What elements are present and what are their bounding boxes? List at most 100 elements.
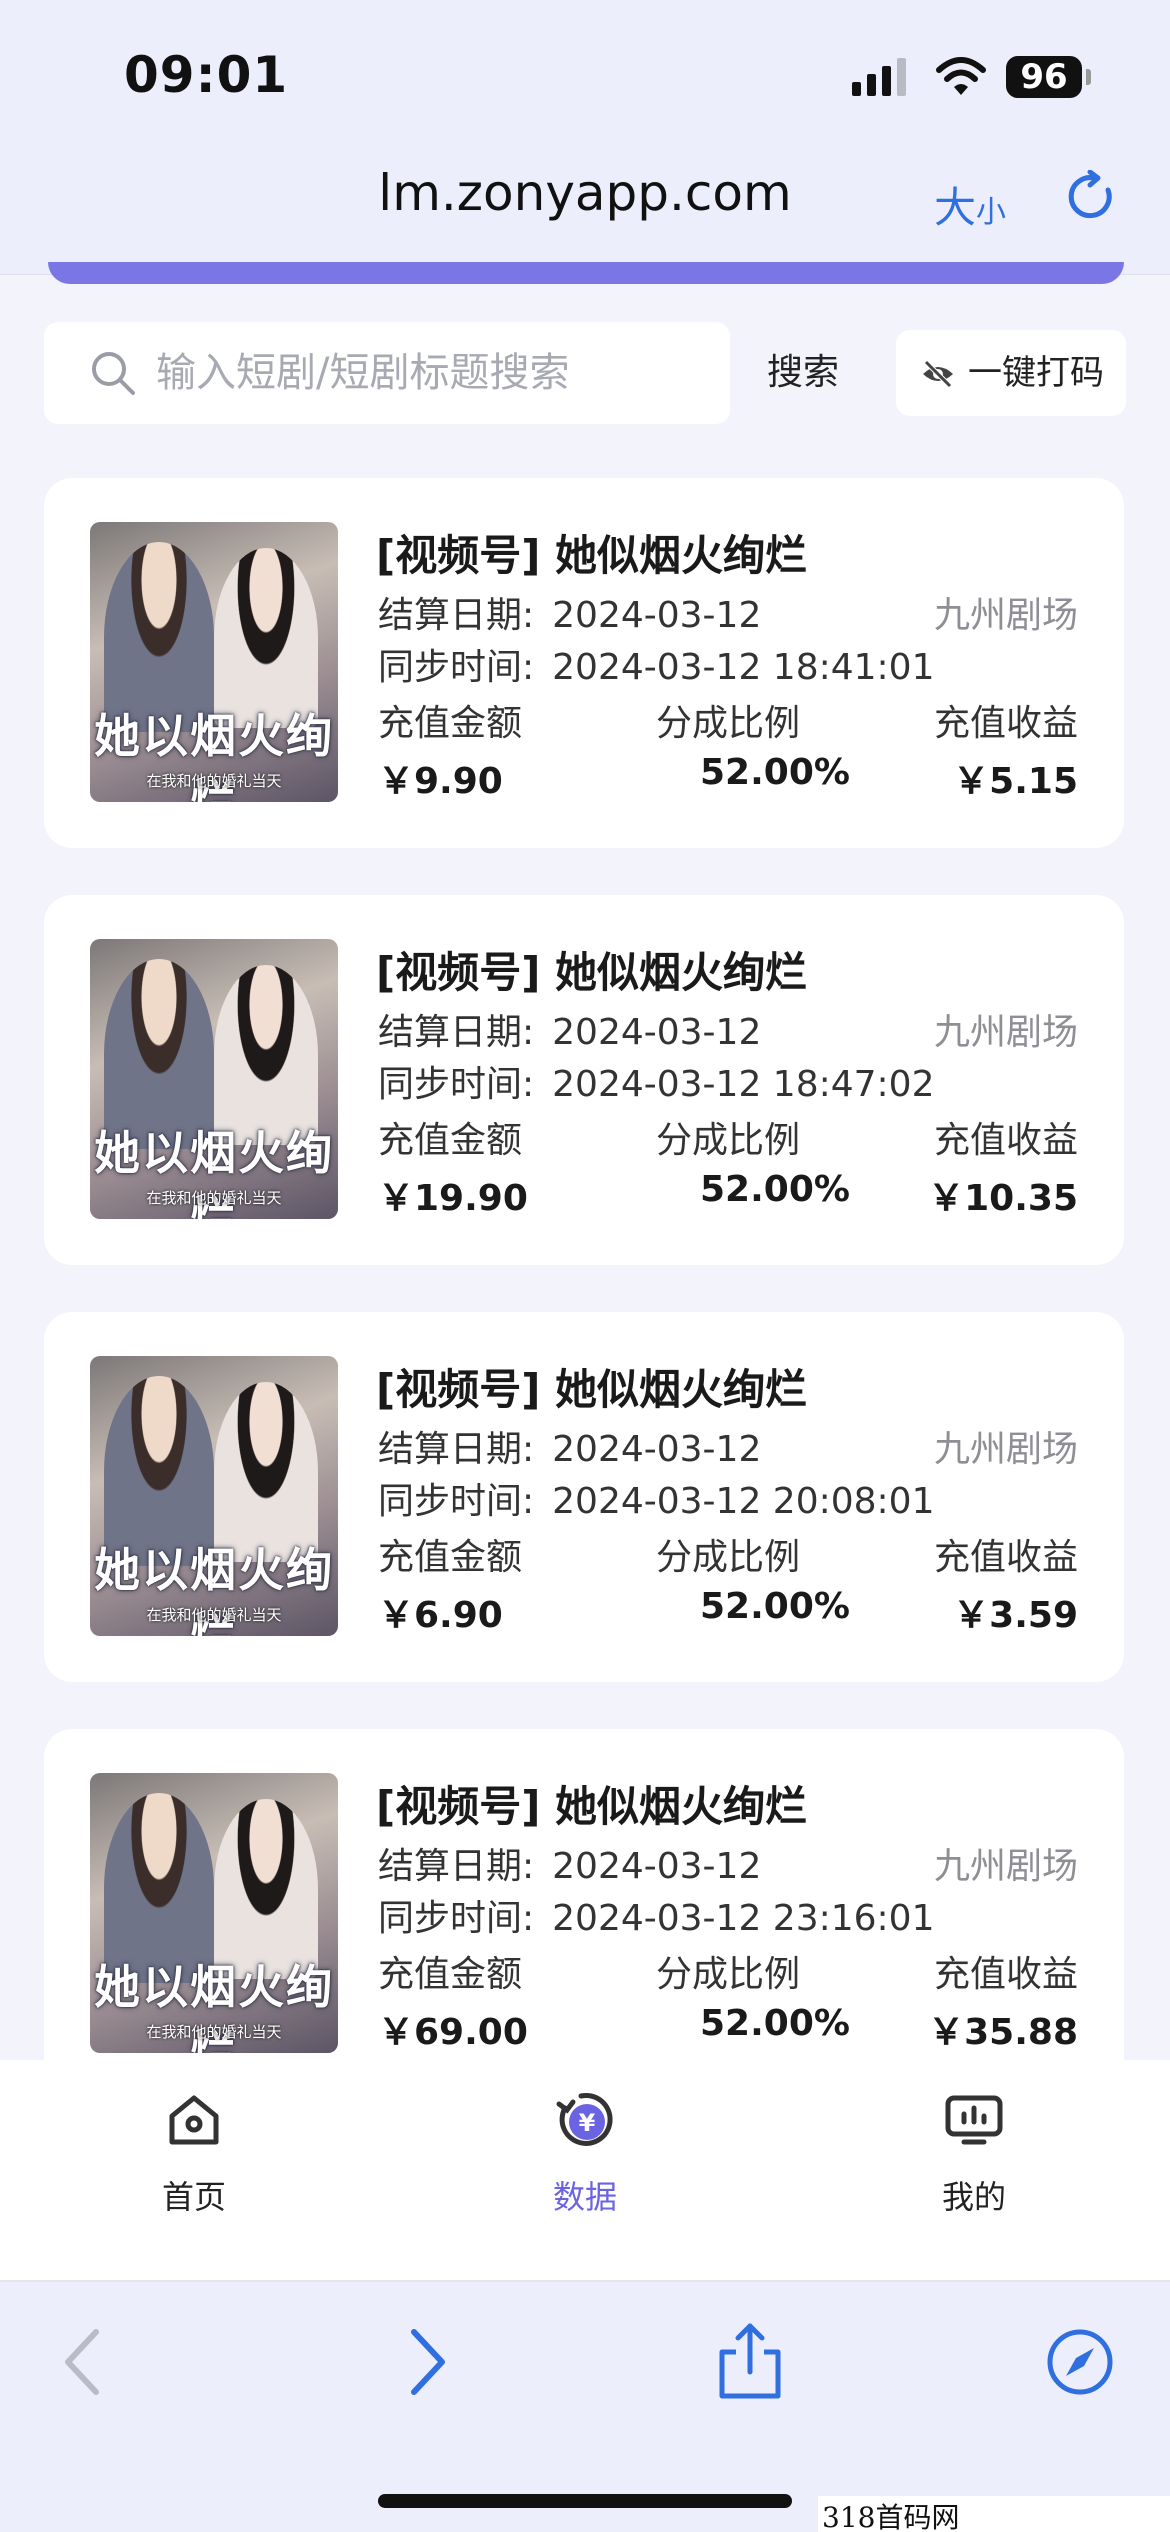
poster-image: 她以烟火绚烂 在我和他的婚礼当天	[90, 939, 338, 1219]
wifi-icon	[936, 57, 986, 95]
ratio-value: 52.00%	[700, 2003, 850, 2044]
battery-indicator: 96	[1006, 56, 1082, 98]
ratio-header: 分成比例	[656, 1954, 801, 1995]
sync-time-value: 2024-03-12 18:41:01	[552, 647, 935, 688]
income-header: 充值收益	[933, 1537, 1078, 1578]
settle-date-label: 结算日期:	[378, 1012, 535, 1053]
drama-card[interactable]: 她以烟火绚烂 在我和他的婚礼当天 [视频号] 她似烟火绚烂结算日期: 2024-03-…	[44, 1312, 1124, 1682]
settle-date-label: 结算日期:	[378, 1429, 535, 1470]
tab-home-label: 首页	[161, 2178, 226, 2216]
income-header: 充值收益	[933, 1120, 1078, 1161]
settle-date-label: 结算日期:	[378, 595, 535, 636]
drama-title: [视频号] 她似烟火绚烂	[376, 1782, 808, 1831]
settle-date-label: 结算日期:	[378, 1846, 535, 1887]
settle-date-row: 结算日期: 2024-03-12	[378, 1003, 761, 1055]
amount-value: ￥19.90	[378, 1178, 528, 1219]
ratio-value: 52.00%	[700, 1169, 850, 1210]
ratio-value: 52.00%	[700, 1586, 850, 1627]
amount-value: ￥6.90	[378, 1595, 503, 1636]
amount-value: ￥69.00	[378, 2012, 528, 2053]
search-icon	[92, 352, 135, 395]
settle-date-row: 结算日期: 2024-03-12	[378, 586, 761, 638]
sync-time-label: 同步时间:	[378, 1064, 535, 1105]
search-box[interactable]	[44, 322, 730, 424]
income-value: ￥35.88	[928, 2012, 1078, 2053]
sync-time-row: 同步时间: 2024-03-12 18:41:01	[378, 638, 934, 690]
forward-icon[interactable]	[384, 2322, 464, 2402]
bottom-tab-bar: 首页 ¥ 数据 我的	[0, 2060, 1170, 2282]
drama-title: [视频号] 她似烟火绚烂	[376, 948, 808, 997]
back-icon[interactable]	[46, 2322, 126, 2402]
theater-name: 九州剧场	[933, 1012, 1078, 1053]
settle-date-value: 2024-03-12	[552, 1012, 762, 1053]
eye-slash-icon	[923, 360, 953, 388]
drama-card[interactable]: 她以烟火绚烂 在我和他的婚礼当天 [视频号] 她似烟火绚烂结算日期: 2024-03-…	[44, 478, 1124, 848]
tab-home[interactable]: 首页	[94, 2060, 294, 2282]
sync-time-value: 2024-03-12 18:47:02	[552, 1064, 935, 1105]
amount-header: 充值金额	[378, 1120, 523, 1161]
amount-header: 充值金额	[378, 1954, 523, 1995]
browser-url-bar[interactable]: lm.zonyapp.com 大小	[0, 130, 1170, 275]
reload-icon[interactable]	[1064, 170, 1118, 224]
poster-image: 她以烟火绚烂 在我和他的婚礼当天	[90, 1356, 338, 1636]
settle-date-value: 2024-03-12	[552, 1846, 762, 1887]
income-header: 充值收益	[933, 703, 1078, 744]
ratio-header: 分成比例	[656, 1120, 801, 1161]
tab-data-label: 数据	[552, 2178, 617, 2216]
text-size-small: 小	[976, 195, 1007, 230]
amount-header: 充值金额	[378, 703, 523, 744]
amount-header: 充值金额	[378, 1537, 523, 1578]
search-button[interactable]: 搜索	[740, 322, 866, 424]
amount-value: ￥9.90	[378, 761, 503, 802]
yuan-refresh-icon: ¥	[556, 2092, 613, 2146]
sync-time-label: 同步时间:	[378, 1898, 535, 1939]
income-value: ￥5.15	[953, 761, 1078, 802]
text-size-big: 大	[934, 183, 977, 232]
theater-name: 九州剧场	[933, 1429, 1078, 1470]
signal-icon	[852, 58, 906, 96]
sync-time-row: 同步时间: 2024-03-12 23:16:01	[378, 1889, 934, 1941]
income-value: ￥3.59	[953, 1595, 1078, 1636]
drama-card[interactable]: 她以烟火绚烂 在我和他的婚礼当天 [视频号] 她似烟火绚烂结算日期: 2024-03-…	[44, 1729, 1124, 2099]
income-header: 充值收益	[933, 1954, 1078, 1995]
svg-text:¥: ¥	[579, 2109, 596, 2137]
sync-time-label: 同步时间:	[378, 1481, 535, 1522]
ratio-header: 分成比例	[656, 703, 801, 744]
status-bar: 09:01 96	[0, 0, 1170, 130]
compass-icon[interactable]	[1040, 2322, 1120, 2402]
one-click-mask-button[interactable]: 一键打码	[896, 330, 1126, 416]
ratio-header: 分成比例	[656, 1537, 801, 1578]
mask-button-label: 一键打码	[968, 353, 1104, 393]
settle-date-row: 结算日期: 2024-03-12	[378, 1837, 761, 1889]
home-indicator	[378, 2494, 792, 2508]
settle-date-value: 2024-03-12	[552, 1429, 762, 1470]
poster-subtitle: 在我和他的婚礼当天	[146, 1189, 282, 1207]
drama-title: [视频号] 她似烟火绚烂	[376, 1365, 808, 1414]
sync-time-row: 同步时间: 2024-03-12 18:47:02	[378, 1055, 934, 1107]
drama-title: [视频号] 她似烟火绚烂	[376, 531, 808, 580]
sync-time-row: 同步时间: 2024-03-12 20:08:01	[378, 1472, 934, 1524]
sync-time-value: 2024-03-12 20:08:01	[552, 1481, 935, 1522]
search-input[interactable]	[156, 346, 696, 400]
income-value: ￥10.35	[928, 1178, 1078, 1219]
poster-subtitle: 在我和他的婚礼当天	[146, 772, 282, 790]
sync-time-label: 同步时间:	[378, 647, 535, 688]
settle-date-row: 结算日期: 2024-03-12	[378, 1420, 761, 1472]
tab-data[interactable]: ¥ 数据	[485, 2060, 685, 2282]
settle-date-value: 2024-03-12	[552, 595, 762, 636]
home-icon	[169, 2095, 219, 2145]
drama-card[interactable]: 她以烟火绚烂 在我和他的婚礼当天 [视频号] 她似烟火绚烂结算日期: 2024-03-…	[44, 895, 1124, 1265]
tab-mine[interactable]: 我的	[874, 2060, 1074, 2282]
watermark: 318首码网 www.e318.com	[818, 2496, 1170, 2532]
theater-name: 九州剧场	[933, 1846, 1078, 1887]
share-icon[interactable]	[710, 2322, 790, 2402]
theater-name: 九州剧场	[933, 595, 1078, 636]
sync-time-value: 2024-03-12 23:16:01	[552, 1898, 935, 1939]
status-time: 09:01	[124, 46, 289, 104]
poster-image: 她以烟火绚烂 在我和他的婚礼当天	[90, 522, 338, 802]
poster-image: 她以烟火绚烂 在我和他的婚礼当天	[90, 1773, 338, 2053]
text-size-button[interactable]: 大小	[934, 174, 1006, 235]
header-banner-edge	[48, 262, 1124, 284]
monitor-icon	[945, 2095, 1003, 2145]
poster-subtitle: 在我和他的婚礼当天	[146, 2023, 282, 2041]
